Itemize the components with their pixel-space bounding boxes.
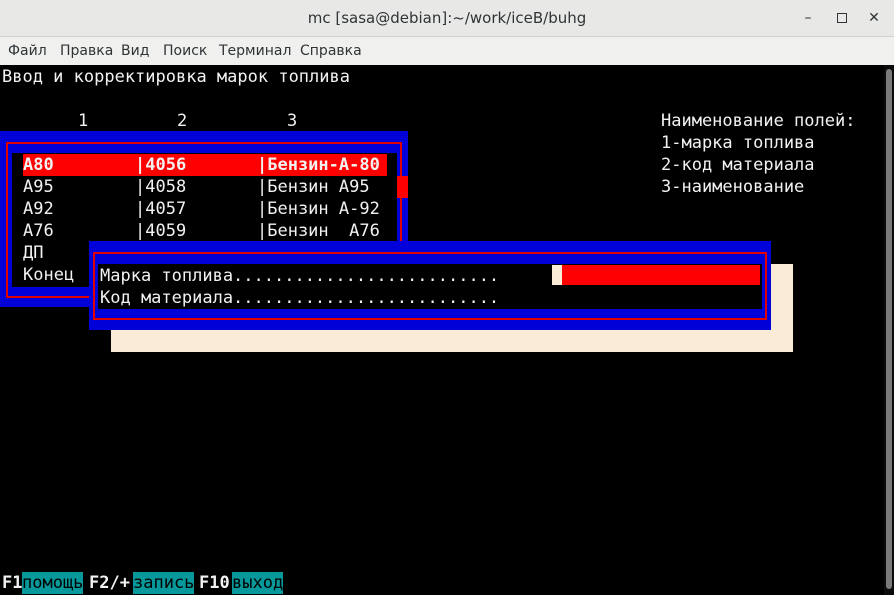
legend-line-3: 3-наименование bbox=[661, 177, 805, 197]
list-item-name[interactable]: |Бензин-А-80 bbox=[257, 154, 380, 176]
menu-terminal[interactable]: Терминал bbox=[219, 43, 291, 59]
legend-line-1: 1-марка топлива bbox=[661, 133, 815, 153]
material-code-label: Код материала.......................... bbox=[100, 288, 500, 308]
list-item-code[interactable]: |4057 bbox=[135, 198, 186, 220]
list-item-code[interactable]: |4058 bbox=[135, 176, 186, 198]
menu-search[interactable]: Поиск bbox=[163, 43, 207, 59]
f10-label[interactable]: выход bbox=[232, 572, 284, 594]
menu-file[interactable]: Файл bbox=[8, 43, 47, 59]
list-item-mark[interactable]: Конец bbox=[23, 264, 74, 286]
legend-line-2: 2-код материала bbox=[661, 155, 815, 175]
text-cursor bbox=[552, 265, 562, 285]
f10-key[interactable]: F10 bbox=[199, 572, 230, 594]
menu-bar: Файл Правка Вид Поиск Терминал Справка bbox=[0, 37, 894, 65]
f1-key[interactable]: F1 bbox=[2, 572, 22, 594]
window-titlebar: mc [sasa@debian]:~/work/iceB/buhg – ✕ bbox=[0, 0, 894, 37]
list-scroll-marker[interactable] bbox=[397, 176, 408, 198]
list-item-mark[interactable]: А80 bbox=[23, 154, 54, 176]
f1-label[interactable]: помощь bbox=[22, 572, 84, 594]
f2-key[interactable]: F2/+ bbox=[89, 572, 130, 594]
close-icon[interactable]: ✕ bbox=[864, 8, 884, 28]
maximize-icon[interactable] bbox=[832, 8, 852, 28]
fuel-mark-input[interactable] bbox=[562, 265, 760, 285]
material-code-input[interactable] bbox=[562, 287, 760, 307]
menu-edit[interactable]: Правка bbox=[60, 43, 113, 59]
scrollbar-thumb[interactable] bbox=[886, 69, 892, 589]
f2-label[interactable]: запись bbox=[133, 572, 195, 594]
column-number-2: 2 bbox=[177, 111, 188, 131]
list-item-name[interactable]: |Бензин А95 bbox=[257, 176, 370, 198]
menu-help[interactable]: Справка bbox=[300, 43, 362, 59]
list-item-code[interactable]: |4056 bbox=[135, 154, 186, 176]
list-item-mark[interactable]: ДП bbox=[23, 242, 43, 264]
legend-title: Наименование полей: bbox=[661, 111, 856, 131]
fuel-mark-label: Марка топлива.......................... bbox=[100, 266, 500, 286]
list-item-mark[interactable]: А92 bbox=[23, 198, 54, 220]
list-item-mark[interactable]: А76 bbox=[23, 220, 54, 242]
list-item-code[interactable]: |4059 bbox=[135, 220, 186, 242]
minimize-icon[interactable]: – bbox=[798, 8, 818, 28]
screen-heading: Ввод и корректировка марок топлива bbox=[2, 67, 350, 87]
column-number-1: 1 bbox=[78, 111, 89, 131]
menu-view[interactable]: Вид bbox=[121, 43, 149, 59]
column-number-3: 3 bbox=[287, 111, 298, 131]
list-item-name[interactable]: |Бензин А-92 bbox=[257, 198, 380, 220]
list-item-name[interactable]: |Бензин А76 bbox=[257, 220, 380, 242]
list-item-mark[interactable]: А95 bbox=[23, 176, 54, 198]
window-title: mc [sasa@debian]:~/work/iceB/buhg bbox=[307, 9, 587, 27]
